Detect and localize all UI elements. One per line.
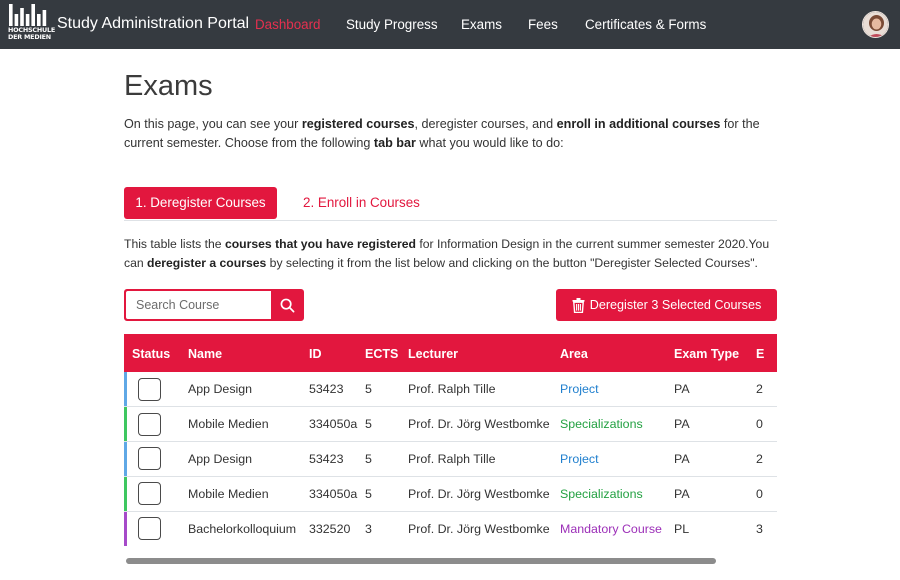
course-extra: 0 bbox=[756, 476, 777, 512]
logo-text: HOCHSCHULE DER MEDIEN bbox=[8, 26, 56, 42]
row-checkbox[interactable] bbox=[138, 377, 161, 401]
table-row[interactable]: Mobile Medien 334050a 5 Prof. Dr. Jörg W… bbox=[124, 476, 777, 512]
course-search bbox=[124, 289, 304, 321]
header-name[interactable]: Name bbox=[180, 336, 309, 372]
hdm-logo[interactable]: HOCHSCHULE DER MEDIEN bbox=[8, 4, 55, 44]
row-checkbox[interactable] bbox=[138, 517, 161, 541]
search-input[interactable] bbox=[126, 291, 271, 319]
nav-dashboard[interactable]: Dashboard bbox=[255, 17, 321, 32]
course-id: 334050a bbox=[309, 476, 365, 512]
course-id: 334050a bbox=[309, 406, 365, 443]
course-area[interactable]: Mandatory Course bbox=[560, 511, 674, 546]
registered-courses-table: Status Name ID ECTS Lecturer Area Exam T… bbox=[124, 334, 777, 546]
search-icon bbox=[280, 298, 294, 312]
course-id: 53423 bbox=[309, 372, 365, 408]
logo-bars-icon bbox=[9, 4, 47, 26]
exam-tab-bar: 1. Deregister Courses 2. Enroll in Cours… bbox=[124, 187, 777, 221]
table-description: This table lists the courses that you ha… bbox=[124, 237, 770, 270]
course-lecturer: Prof. Dr. Jörg Westbomke bbox=[408, 406, 560, 443]
course-lecturer: Prof. Dr. Jörg Westbomke bbox=[408, 521, 550, 536]
scrollbar-thumb[interactable] bbox=[126, 558, 716, 564]
course-exam-type: PA bbox=[674, 406, 756, 443]
course-exam-type: PA bbox=[674, 476, 756, 512]
course-extra: 3 bbox=[756, 521, 763, 536]
course-name: Bachelorkolloquium bbox=[188, 521, 297, 536]
nav-study-progress[interactable]: Study Progress bbox=[346, 17, 438, 32]
course-lecturer: Prof. Ralph Tille bbox=[408, 372, 560, 408]
course-area[interactable]: Project bbox=[560, 372, 674, 408]
course-extra: 2 bbox=[756, 372, 777, 408]
page-title: Exams bbox=[124, 70, 213, 102]
table-horizontal-scrollbar[interactable] bbox=[124, 556, 777, 566]
tab-enroll-courses[interactable]: 2. Enroll in Courses bbox=[303, 187, 420, 219]
deregister-selected-button[interactable]: Deregister 3 Selected Courses bbox=[556, 289, 777, 321]
portal-title[interactable]: Study Administration Portal bbox=[57, 15, 249, 33]
course-name: Mobile Medien bbox=[180, 476, 309, 512]
table-row[interactable]: App Design 53423 5 Prof. Ralph Tille Pro… bbox=[124, 441, 777, 477]
course-extra: 2 bbox=[756, 441, 777, 477]
header-id[interactable]: ID bbox=[309, 336, 365, 372]
course-exam-type: PA bbox=[674, 441, 756, 477]
row-checkbox[interactable] bbox=[138, 412, 161, 436]
header-lecturer[interactable]: Lecturer bbox=[408, 336, 560, 372]
trash-icon bbox=[572, 297, 585, 313]
course-area[interactable]: Project bbox=[560, 441, 674, 477]
course-area[interactable]: Specializations bbox=[560, 476, 674, 512]
course-name: Mobile Medien bbox=[180, 406, 309, 443]
table-row[interactable]: Bachelorkolloquium 332520 3 Prof. Dr. Jö… bbox=[124, 511, 777, 546]
nav-fees[interactable]: Fees bbox=[528, 17, 558, 32]
course-name: App Design bbox=[180, 441, 309, 477]
course-ects: 5 bbox=[365, 372, 408, 408]
tab-deregister-courses[interactable]: 1. Deregister Courses bbox=[124, 187, 277, 219]
header-area[interactable]: Area bbox=[560, 336, 674, 372]
header-status[interactable]: Status bbox=[124, 336, 180, 372]
status-cell bbox=[124, 511, 180, 546]
course-ects: 5 bbox=[365, 406, 408, 443]
course-name: App Design bbox=[180, 372, 309, 408]
header-ects[interactable]: ECTS bbox=[365, 336, 408, 372]
course-id: 332520 bbox=[309, 521, 351, 536]
table-row[interactable]: Mobile Medien 334050a 5 Prof. Dr. Jörg W… bbox=[124, 406, 777, 443]
search-button[interactable] bbox=[272, 291, 302, 319]
status-cell bbox=[124, 476, 180, 512]
nav-certificates-forms[interactable]: Certificates & Forms bbox=[585, 17, 706, 32]
course-exam-type: PL bbox=[674, 521, 690, 536]
course-lecturer: Prof. Dr. Jörg Westbomke bbox=[408, 476, 560, 512]
intro-text: On this page, you can see your registere… bbox=[124, 117, 760, 150]
course-ects: 3 bbox=[365, 521, 372, 536]
row-checkbox[interactable] bbox=[138, 482, 161, 506]
status-cell bbox=[124, 441, 180, 477]
course-exam-type: PA bbox=[674, 372, 756, 408]
course-lecturer: Prof. Ralph Tille bbox=[408, 441, 560, 477]
row-checkbox[interactable] bbox=[138, 447, 161, 471]
course-area[interactable]: Specializations bbox=[560, 406, 674, 443]
course-id: 53423 bbox=[309, 441, 365, 477]
header-extra[interactable]: E bbox=[756, 336, 777, 372]
deregister-button-label: Deregister 3 Selected Courses bbox=[589, 298, 762, 312]
top-navbar: HOCHSCHULE DER MEDIEN Study Administrati… bbox=[0, 0, 900, 49]
status-cell bbox=[124, 372, 180, 408]
avatar-icon bbox=[863, 12, 888, 37]
table-row[interactable]: App Design 53423 5 Prof. Ralph Tille Pro… bbox=[124, 372, 777, 408]
course-extra: 0 bbox=[756, 406, 777, 443]
user-avatar[interactable] bbox=[862, 11, 889, 38]
course-ects: 5 bbox=[365, 476, 408, 512]
course-ects: 5 bbox=[365, 441, 408, 477]
table-header-row: Status Name ID ECTS Lecturer Area Exam T… bbox=[124, 336, 777, 372]
status-cell bbox=[124, 406, 180, 443]
nav-exams[interactable]: Exams bbox=[461, 17, 502, 32]
header-exam-type[interactable]: Exam Type bbox=[674, 336, 756, 372]
